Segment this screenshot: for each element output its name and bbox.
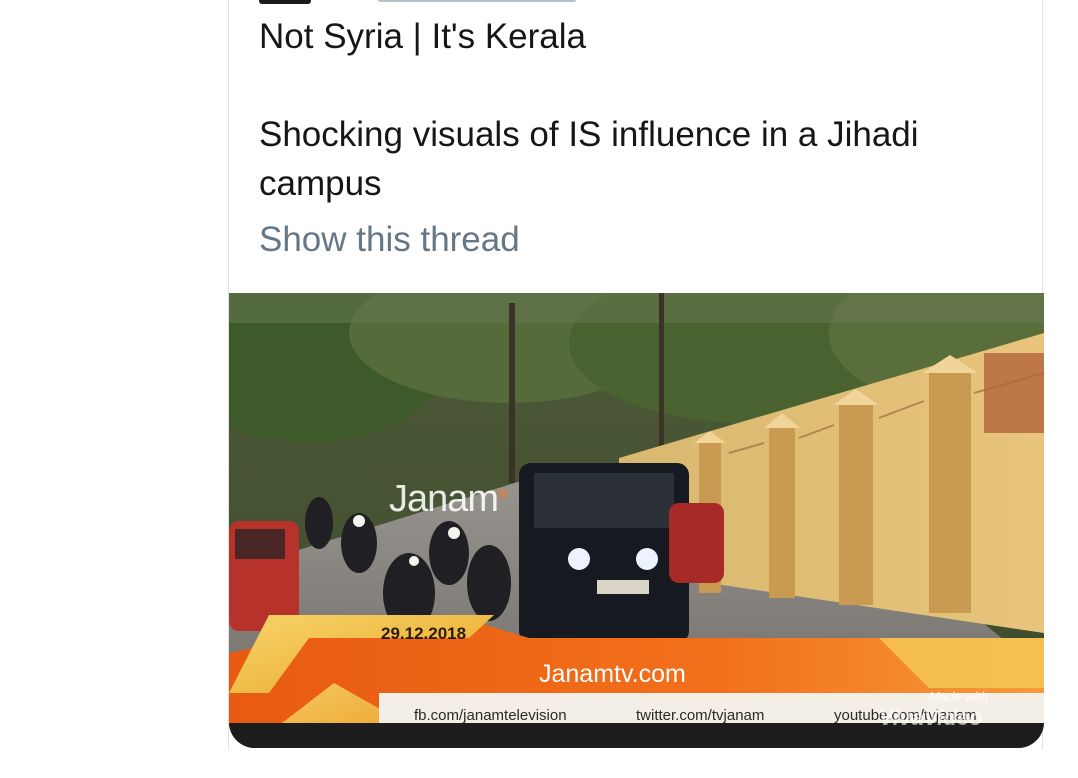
video-date: 29.12.2018 [381,624,467,643]
editor-watermark-big: VivaVideo [879,705,983,730]
tweet-text: Not Syria | It's Kerala Shocking visuals… [259,17,919,203]
author-handle[interactable] [377,0,577,2]
tweet-video[interactable]: Janamtv 29.12.2018 Janamtv.com fb.com/ja… [229,293,1044,748]
author-name[interactable] [259,0,311,4]
twitter-link-text: twitter.com/tvjanam [636,707,765,724]
tweet-card: Not Syria | It's Kerala Shocking visuals… [228,0,1044,750]
facebook-link-text: fb.com/janamtelevision [414,707,567,724]
editor-watermark-small: Made with [929,689,989,704]
channel-logo-watermark: Janamtv [389,478,508,520]
video-site-label: Janamtv.com [539,660,686,688]
show-thread-link[interactable]: Show this thread [259,218,520,262]
tweet-author-header[interactable] [259,0,819,6]
